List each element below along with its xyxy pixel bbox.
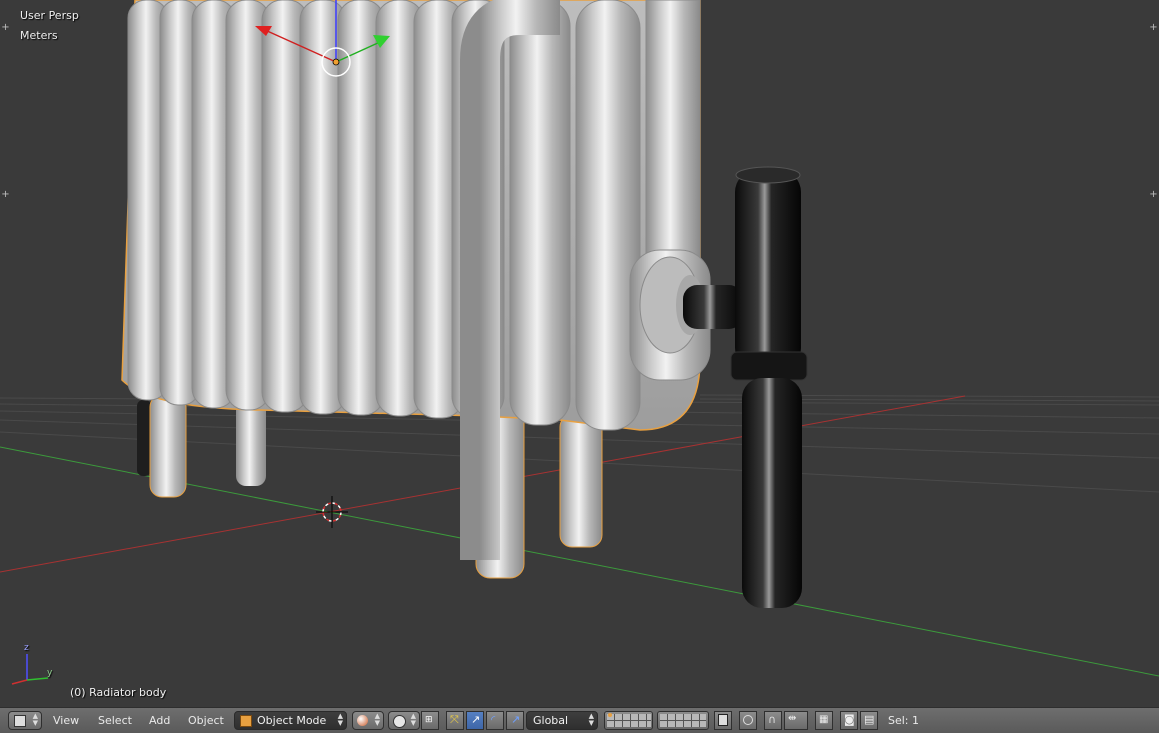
snap-target-icon[interactable]: ▦ [815,711,833,730]
3d-view-cube-icon [14,715,26,727]
axis-y-label: y [47,668,53,678]
chevron-updown-icon: ▲ ▼ [337,712,343,727]
3d-viewport[interactable]: User Persp Meters (0) Radiator body z y … [0,0,1159,707]
mini-axes-widget [11,654,49,685]
layer-grid-icon-secondary[interactable] [657,711,709,730]
menu-add[interactable]: Add [149,712,170,730]
layer-grid-icon[interactable] [604,711,653,730]
radiator-body [121,0,711,579]
chevron-updown-icon: ▲ ▼ [588,712,594,727]
editor-type-button[interactable]: ▲ ▼ [8,711,42,730]
menu-view[interactable]: View [53,712,79,730]
solid-shading-sphere-icon [357,715,368,726]
mode-select[interactable]: Object Mode ▲ ▼ [234,711,347,730]
axis-z-label: z [24,643,29,653]
scene-render[interactable] [0,0,1159,707]
pivot-point-icon [393,715,406,728]
proportional-edit-icon[interactable] [739,711,757,730]
pivot-point-button[interactable]: ▲ ▼ [388,711,420,730]
menu-select[interactable]: Select [98,712,132,730]
region-expand-right-icon[interactable]: + [1149,23,1158,33]
chevron-updown-icon: ▲ ▼ [32,712,38,727]
rotate-icon[interactable]: ◜ [486,711,504,730]
render-camera-icon[interactable]: ◙ [840,711,858,730]
region-expand-left-icon[interactable]: + [1,23,10,33]
units-label: Meters [20,29,58,42]
manipulator-toggle-icon[interactable]: ⤧ [446,711,464,730]
snap-element-icon[interactable]: ⇹ [784,711,808,730]
selection-count-status: Sel: 1 [888,714,920,727]
object-info-label: (0) Radiator body [70,686,167,699]
3d-cursor[interactable] [316,496,348,528]
3d-view-header: ▲ ▼ View Select Add Object Object Mode ▲ ▼… [0,707,1159,733]
transform-orientation-select[interactable]: Global ▲ ▼ [526,711,598,730]
object-mode-cube-icon [240,715,252,727]
blender-window: User Persp Meters (0) Radiator body z y … [0,0,1159,733]
region-expand-right-lower-icon[interactable]: + [1149,190,1158,200]
menu-object[interactable]: Object [188,712,224,730]
translate-icon[interactable]: ↗ [466,711,484,730]
region-expand-left-lower-icon[interactable]: + [1,190,10,200]
chevron-updown-icon: ▲ ▼ [374,712,380,727]
mode-select-label: Object Mode [257,714,327,727]
manipulator-toggle-icon[interactable]: ⊞ [421,711,439,730]
snap-magnet-icon[interactable]: ∩ [764,711,782,730]
chevron-updown-icon: ▲ ▼ [410,712,416,727]
scale-icon[interactable]: ↗ [506,711,524,730]
orientation-label: Global [533,714,569,727]
lock-camera-icon[interactable] [714,711,732,730]
view-name-label: User Persp [20,9,79,22]
viewport-shading-button[interactable]: ▲ ▼ [352,711,384,730]
render-animation-icon[interactable]: ▤ [860,711,878,730]
black-pipe [683,166,808,608]
